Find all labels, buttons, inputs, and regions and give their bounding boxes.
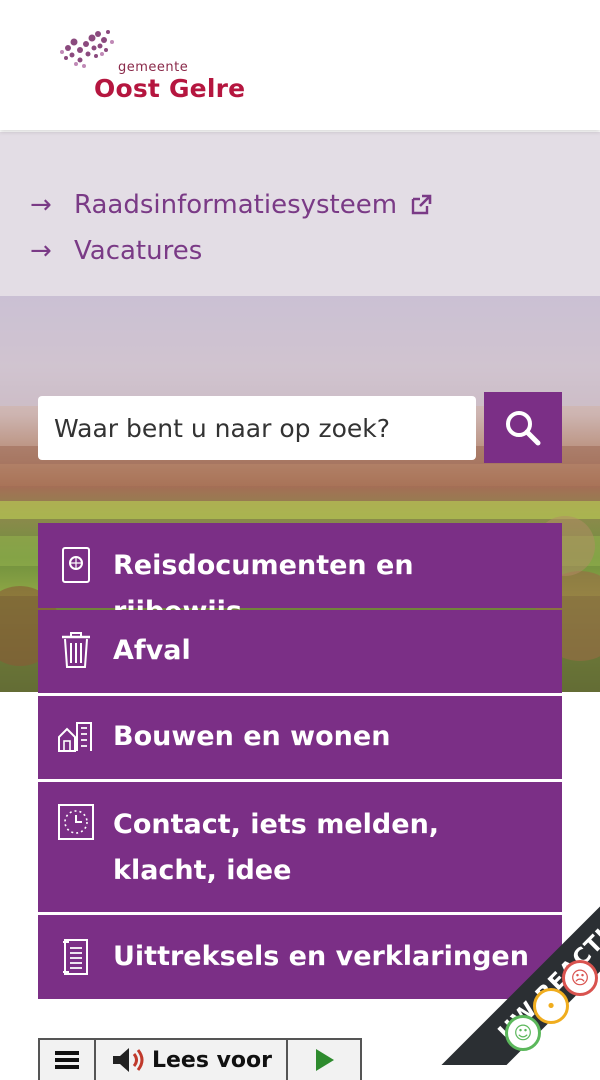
buildings-icon (56, 716, 96, 756)
tile-label: Bouwen en wonen (113, 721, 391, 752)
tile-reisdocumenten[interactable]: Reisdocumenten en rijbewijs (38, 523, 562, 627)
arrow-right-icon: → (30, 190, 52, 220)
arrow-right-icon: → (30, 236, 52, 266)
quicklink-label: Vacatures (74, 236, 203, 266)
quicklink-raadsinformatiesysteem[interactable]: → Raadsinformatiesysteem (30, 190, 433, 220)
neutral-smiley-icon[interactable]: • (533, 988, 569, 1024)
quicklinks-panel: → Raadsinformatiesysteem → Vacatures (0, 132, 600, 296)
search-input[interactable] (38, 412, 456, 444)
butterfly-icon (60, 30, 114, 68)
logo-name: Oost Gelre (94, 74, 246, 103)
quicklink-label: Raadsinformatiesysteem (74, 190, 398, 220)
logo-small-text: gemeente (118, 60, 189, 75)
speaker-icon (112, 1048, 144, 1072)
play-icon (316, 1049, 334, 1071)
sad-smiley-icon[interactable]: ☹ (562, 960, 598, 996)
happy-smiley-icon[interactable]: ☺ (505, 1015, 541, 1051)
menu-icon (55, 1051, 79, 1069)
search-icon (506, 410, 541, 445)
search-button[interactable] (484, 392, 562, 463)
clock-icon (56, 802, 96, 842)
tile-bouwen-wonen[interactable]: Bouwen en wonen (38, 696, 562, 779)
document-icon (56, 937, 96, 977)
tile-label: Afval (113, 635, 191, 666)
read-aloud-button[interactable]: Lees voor (96, 1040, 288, 1080)
municipality-logo[interactable]: gemeente Oost Gelre (56, 28, 256, 108)
passport-icon (56, 545, 96, 585)
site-header: gemeente Oost Gelre (0, 0, 600, 130)
tile-afval[interactable]: Afval (38, 610, 562, 693)
menu-button[interactable] (40, 1040, 96, 1080)
play-button[interactable] (288, 1040, 360, 1080)
readspeaker-toolbar: Lees voor (38, 1038, 362, 1080)
search-field[interactable] (38, 396, 476, 460)
quicklink-vacatures[interactable]: → Vacatures (30, 236, 202, 266)
read-aloud-label: Lees voor (151, 1047, 273, 1073)
external-link-icon (411, 194, 432, 215)
trash-bin-icon (56, 630, 96, 670)
